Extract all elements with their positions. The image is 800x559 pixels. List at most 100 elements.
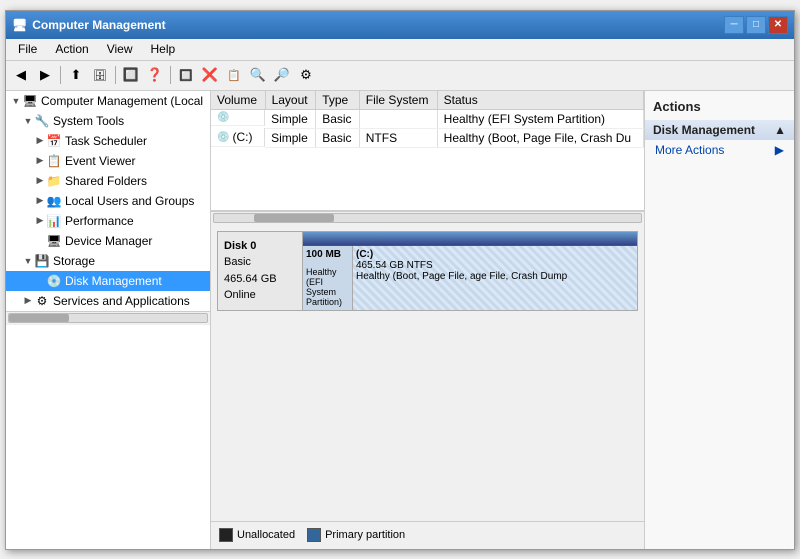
sidebar-item-shared-folders[interactable]: ▶ 📁 Shared Folders [6,171,210,191]
menu-action[interactable]: Action [47,40,96,58]
forward-button[interactable]: ▶ [34,64,56,86]
sidebar-root[interactable]: ▼ 🖥 Computer Management (Local [6,91,210,111]
copy-button[interactable]: 📋 [223,64,245,86]
close-button[interactable]: ✕ [768,16,788,34]
show-hide-button[interactable]: 🗄 [89,64,111,86]
system-tools-label: System Tools [53,114,124,128]
up-button[interactable]: ⬆ [65,64,87,86]
sidebar-item-performance[interactable]: ▶ 📊 Performance [6,211,210,231]
shared-folders-icon: 📁 [46,173,62,189]
table-scroll-track[interactable] [213,213,642,223]
paste-button[interactable]: 🔍 [247,64,269,86]
help-button[interactable]: ❓ [144,64,166,86]
device-manager-icon: 🖥 [46,233,62,249]
title-bar: 🖥 Computer Management ─ □ ✕ [6,11,794,39]
col-status: Status [437,91,643,110]
sidebar-item-device-manager[interactable]: ▶ 🖥 Device Manager [6,231,210,251]
table-scroll-thumb[interactable] [254,214,334,222]
row1-volume: 💿 [211,110,265,126]
sidebar-scroll-thumb[interactable] [9,314,69,322]
row1-filesystem [359,109,437,128]
root-icon: 🖥 [22,93,38,109]
sidebar-item-task-scheduler[interactable]: ▶ 📅 Task Scheduler [6,131,210,151]
legend-primary-box [307,528,321,542]
col-filesystem: File System [359,91,437,110]
legend-unallocated: Unallocated [219,528,295,542]
legend-bar: Unallocated Primary partition [211,521,644,549]
more-actions-label: More Actions [655,143,724,157]
title-bar-left: 🖥 Computer Management [12,18,166,32]
efi-size: 100 MB [306,249,349,260]
legend-primary: Primary partition [307,528,405,542]
disk-management-section-header[interactable]: Disk Management ▲ [645,120,794,140]
sidebar-item-system-tools[interactable]: ▼ 🔧 System Tools [6,111,210,131]
window-title: Computer Management [32,18,165,32]
sidebar-root-label: Computer Management (Local [41,94,203,108]
task-scheduler-label: Task Scheduler [65,134,147,148]
local-users-icon: 👥 [46,193,62,209]
actions-title: Actions [645,95,794,120]
table-scrollbar[interactable] [211,211,644,225]
disk-type: Basic [224,254,296,271]
maximize-button[interactable]: □ [746,16,766,34]
row2-layout: Simple [265,128,316,147]
properties-button[interactable]: 🔲 [120,64,142,86]
c-drive-label: (C:) [356,249,634,260]
row2-volume: 💿(C:) [211,128,265,147]
storage-label: Storage [53,254,95,268]
shared-folders-label: Shared Folders [65,174,147,188]
sidebar-item-storage[interactable]: ▼ 💾 Storage [6,251,210,271]
system-tools-icon: 🔧 [34,113,50,129]
table-row[interactable]: 💿 Simple Basic Healthy (EFI System Parti… [211,109,644,128]
title-bar-controls: ─ □ ✕ [724,16,788,34]
event-viewer-icon: 📋 [46,153,62,169]
toolbar-separator-1 [60,66,61,84]
disk-status: Online [224,287,296,304]
services-expand: ▶ [22,295,34,307]
event-viewer-label: Event Viewer [65,154,135,168]
sidebar-item-local-users[interactable]: ▶ 👥 Local Users and Groups [6,191,210,211]
c-partition[interactable]: (C:) 465.54 GB NTFS Healthy (Boot, Page … [353,246,637,310]
delete-button[interactable]: ❌ [199,64,221,86]
row2-filesystem: NTFS [359,128,437,147]
shared-folders-expand: ▶ [34,175,46,187]
legend-unallocated-label: Unallocated [237,529,295,541]
table-row[interactable]: 💿(C:) Simple Basic NTFS Healthy (Boot, P… [211,128,644,147]
settings-button[interactable]: ⚙ [295,64,317,86]
c-drive-status: Healthy (Boot, Page File, age File, Cras… [356,271,634,282]
disk-management-section-label: Disk Management [653,123,755,137]
disk-info: Disk 0 Basic 465.64 GB Online [218,232,303,310]
toolbar-separator-3 [170,66,171,84]
performance-label: Performance [65,214,134,228]
new-button[interactable]: 🔲 [175,64,197,86]
sidebar-scroll-track[interactable] [8,313,208,323]
row1-layout: Simple [265,109,316,128]
col-layout: Layout [265,91,316,110]
disk-partitions: 100 MB Healthy (EFI System Partition) (C… [303,232,637,310]
sidebar-scrollbar[interactable] [6,311,210,325]
legend-primary-label: Primary partition [325,529,405,541]
col-volume: Volume [211,91,265,110]
actions-panel: Actions Disk Management ▲ More Actions ▶ [644,91,794,549]
back-button[interactable]: ◀ [10,64,32,86]
search-button[interactable]: 🔎 [271,64,293,86]
menu-view[interactable]: View [99,40,141,58]
minimize-button[interactable]: ─ [724,16,744,34]
partition-table: Volume Layout Type File System Status 💿 … [211,91,644,148]
col-type: Type [316,91,360,110]
sidebar-item-services[interactable]: ▶ ⚙ Services and Applications [6,291,210,311]
disk-mgmt-icon: 💿 [46,273,62,289]
content-area: Volume Layout Type File System Status 💿 … [211,91,644,549]
menu-file[interactable]: File [10,40,45,58]
more-actions-item[interactable]: More Actions ▶ [645,140,794,160]
task-scheduler-icon: 📅 [46,133,62,149]
local-users-expand: ▶ [34,195,46,207]
sidebar-item-disk-management[interactable]: ▶ 💿 Disk Management [6,271,210,291]
storage-icon: 💾 [34,253,50,269]
sidebar: ▼ 🖥 Computer Management (Local ▼ 🔧 Syste… [6,91,211,549]
disk-table: Volume Layout Type File System Status 💿 … [211,91,644,211]
event-viewer-expand: ▶ [34,155,46,167]
menu-help[interactable]: Help [143,40,184,58]
sidebar-item-event-viewer[interactable]: ▶ 📋 Event Viewer [6,151,210,171]
efi-partition[interactable]: 100 MB Healthy (EFI System Partition) [303,246,353,310]
